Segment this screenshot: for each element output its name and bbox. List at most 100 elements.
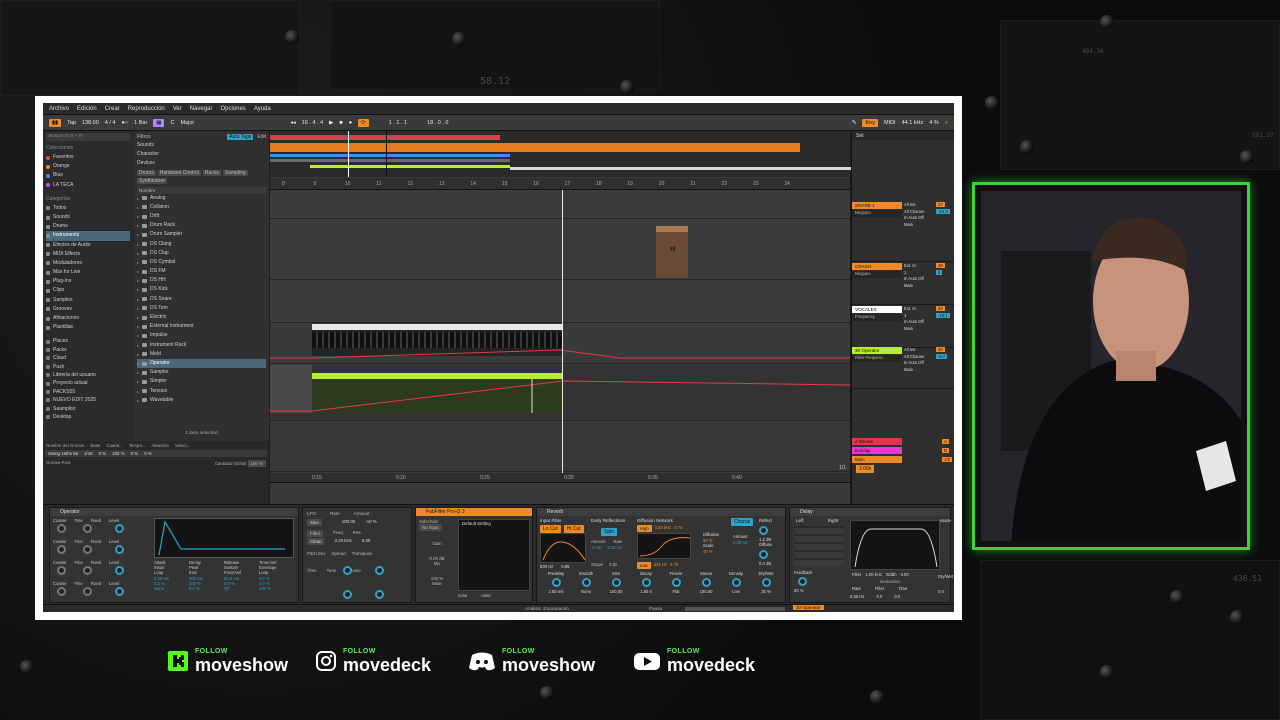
instrument-item[interactable]: ▸ DS Clang [137,240,266,249]
category-item[interactable]: MIDI Effects [46,250,130,259]
filter-sounds[interactable]: Sounds [137,141,266,150]
high-freq-value[interactable]: 4.50 kHz [655,525,672,532]
social-discord[interactable]: FOLLOW moveshow [468,648,595,674]
instrument-item[interactable]: ▸ Analog [137,194,266,203]
place-item[interactable]: Desktop [46,413,130,421]
menu-crear[interactable]: Crear [105,106,120,112]
return-name[interactable]: Main [852,455,902,463]
groove-cell[interactable]: Swing 16ths 66 [48,451,78,456]
env-value[interactable]: Off [224,586,259,591]
low-freq-value[interactable]: 331 Hz [654,562,667,569]
instrument-item[interactable]: ▸ Drift [137,212,266,221]
mod-rate-value[interactable]: 0.50 Hz [850,594,864,599]
track-volume[interactable]: -6.7 [936,354,948,359]
quantize-field[interactable]: 1 Bar [134,120,147,126]
collection-item[interactable]: Favoritos [46,153,130,162]
menu-reproduccion[interactable]: Reproducción [128,106,165,112]
width-value[interactable]: 8.00 [901,572,909,577]
res-value[interactable]: 0.00 [362,538,371,545]
place-item[interactable]: Librería del usuario [46,371,130,379]
reverb-param-knob[interactable] [761,578,771,587]
scale-mode-icon[interactable]: ▦ [153,118,165,127]
loop-icon[interactable]: ⟳ [358,118,369,127]
return-value[interactable]: A [942,438,949,444]
place-item[interactable]: Proyecto actual [46,379,130,387]
filters-toggle[interactable]: Filtros [137,134,151,140]
snare-clip[interactable]: ▮▮ [656,226,688,278]
menu-edicion[interactable]: Edición [77,106,97,112]
track-lane-drums[interactable] [270,191,850,219]
place-item[interactable]: Places [46,337,130,345]
diffuse-knob[interactable] [759,549,768,559]
midi-map-button[interactable]: MIDI [884,120,896,126]
key-map-button[interactable]: Key [862,118,878,127]
instrument-item[interactable]: ▸ DS Kick [137,285,266,294]
edit-button[interactable]: Edit [257,134,266,140]
groove-cell[interactable]: 0 % [131,451,139,456]
fine-knob[interactable] [83,587,92,596]
social-youtube[interactable]: FOLLOW movedeck [633,648,755,674]
feedback-knob[interactable] [798,577,807,586]
record-icon[interactable]: ● [349,120,352,126]
track-name[interactable]: SNARE 1 [852,202,902,209]
track-volume[interactable]: -10.1 [936,313,950,318]
reverb-param-knob[interactable] [701,578,711,587]
input-filter-display[interactable] [540,533,586,563]
freq-value[interactable]: 3.29 kHz [334,538,351,545]
groove-cell[interactable]: 0 % [99,451,107,456]
output-route[interactable]: Main [904,283,952,290]
name-column-header[interactable]: Nombre [137,186,266,194]
place-item[interactable]: Packs [46,346,130,354]
preset-name[interactable]: Default Setting [459,520,529,527]
draw-mode-icon[interactable]: ✎ [852,120,857,126]
category-item[interactable]: Todos [46,204,130,213]
track-route[interactable]: Ninguno [852,271,902,278]
reverb-param-value[interactable]: Flat [661,589,691,594]
instrument-item[interactable]: ▸ DS Snare [137,295,266,304]
groove-column-header[interactable]: Aleatorio [152,443,169,448]
high-amount-value[interactable]: 0.70 [674,525,682,532]
mute-button[interactable]: Mute [419,581,455,586]
track-route[interactable]: Ninguno [852,210,902,217]
shape-value[interactable]: 0.50 [609,562,617,567]
stop-icon[interactable]: ■ [339,120,342,126]
category-item[interactable]: Afinaciones [46,314,130,323]
coarse-knob[interactable] [57,524,66,533]
groove-column-header[interactable]: Cuanti... [106,443,122,448]
lfo-wave-select[interactable]: Sine [307,519,322,526]
scale-field[interactable]: Major [180,120,194,126]
reverb-param-knob[interactable] [581,578,591,587]
reverb-param-knob[interactable] [731,578,741,587]
time-ruler[interactable]: 0:15 0:20 0:25 0:30 0:35 0:40 [270,473,850,483]
track-lane-operator[interactable] [270,365,850,421]
instrument-item[interactable]: ▸ DS Cymbal [137,258,266,267]
metronome-icon[interactable]: ●○ [121,120,128,126]
er-amount-value[interactable]: 17.50 [591,545,601,550]
groove-cell[interactable]: 1/16 [84,451,93,456]
category-item[interactable]: Clips [46,286,130,295]
track-name[interactable]: CRASH [852,263,902,270]
tag-hardware[interactable]: Hardware Control [157,169,201,176]
groove-column-header[interactable]: Nombre del Groove [46,443,84,448]
category-item[interactable]: Samples [46,296,130,305]
track-volume[interactable]: 0 [936,270,943,275]
instrument-item[interactable]: ▸ Instrument Rack [137,341,266,350]
selected-device[interactable]: 30-Operator [793,605,824,610]
chorus-button[interactable]: Chorus [731,518,754,526]
auto-tags-button[interactable]: Auto Tags [227,134,254,140]
reverb-param-knob[interactable] [551,578,561,587]
key-field[interactable]: C [170,120,174,126]
main-value[interactable]: 3.00x [856,465,875,473]
tone-knob[interactable] [343,590,352,599]
er-rate-value[interactable]: 0.30 Hz [607,545,621,550]
macro-select-2[interactable]: none [481,593,490,598]
instrument-item[interactable]: ▸ Collision [137,203,266,212]
return-value[interactable]: 1/2 [942,456,953,462]
return-track[interactable]: A Reverb A [852,437,954,445]
operator-title[interactable]: Operator [50,508,298,516]
instrument-item[interactable]: ▸ DS FM [137,267,266,276]
reverb-param-value[interactable]: None [571,589,601,594]
pause-button[interactable]: Pausa [649,606,662,611]
place-item[interactable]: NUEVO EDIT 2025 [46,396,130,404]
collection-item[interactable]: LA TECA [46,181,130,190]
